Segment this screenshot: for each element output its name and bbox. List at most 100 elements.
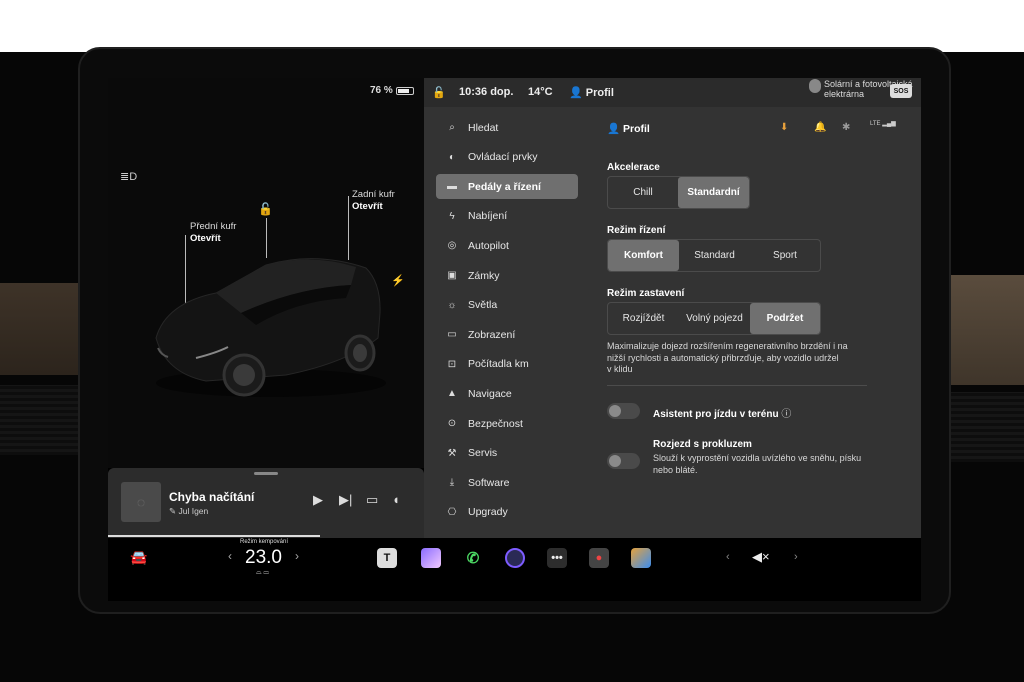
sidebar-item-label: Pedály a řízení <box>468 180 541 193</box>
sidebar-item-světla[interactable]: ☼ Světla <box>436 293 578 318</box>
offroad-assist-toggle[interactable] <box>607 403 640 419</box>
volume-muted-icon[interactable]: ◀× <box>752 549 770 565</box>
phone-app-icon[interactable]: ✆ <box>463 548 483 568</box>
sidebar-item-label: Autopilot <box>468 239 509 252</box>
steering-option-standard[interactable]: Standard <box>679 240 750 271</box>
stopping-mode-description: Maximalizuje dojezd rozšířením regenerat… <box>607 341 907 376</box>
notes-app-icon[interactable] <box>421 548 441 568</box>
stopping-option-creep[interactable]: Rozjíždět <box>608 303 679 334</box>
sidebar-item-label: Počítadla km <box>468 358 529 371</box>
more-apps-icon[interactable]: ••• <box>547 548 567 568</box>
stopping-desc-line-2: nižší rychlosti a automatický přibrzďuje… <box>607 352 839 363</box>
slip-desc-line-2: nebo bláté. <box>653 464 698 475</box>
settings-profile-label: Profil <box>623 123 650 135</box>
offroad-assist-label: Asistent pro jízdu v terénu ⓘ <box>653 405 791 420</box>
acceleration-option-standard[interactable]: Standardní <box>678 177 749 208</box>
lock-icon: ▣ <box>447 270 457 281</box>
acceleration-option-chill[interactable]: Chill <box>608 177 678 208</box>
temp-down-chevron-icon[interactable]: ‹ <box>228 549 232 563</box>
rear-trunk-label: Zadní kufr <box>352 189 395 200</box>
next-track-icon[interactable]: ▶| <box>339 492 352 508</box>
media-drawer-handle[interactable] <box>254 472 278 475</box>
offroad-assist-text: Asistent pro jízdu v terénu <box>653 409 779 420</box>
display-icon: ▭ <box>447 329 457 341</box>
front-trunk-button[interactable]: Přední kufr Otevřít <box>190 221 236 245</box>
bolt-icon: ϟ <box>449 210 455 222</box>
slip-start-toggle[interactable] <box>607 453 640 469</box>
slip-desc-line-1: Slouží k vyprostění vozidla uvízlého ve … <box>653 453 862 463</box>
sos-button[interactable]: SOS <box>890 84 912 98</box>
sidebar-item-software[interactable]: ⤓ Software <box>436 470 578 495</box>
lock-status-icon[interactable]: 🔓 <box>432 86 446 99</box>
notification-bell-icon[interactable]: 🔔 <box>814 122 826 133</box>
slip-start-label: Rozjezd s prokluzem <box>653 439 752 450</box>
sidebar-item-zámky[interactable]: ▣ Zámky <box>436 263 578 288</box>
car-icon[interactable]: 🚘 <box>130 549 147 566</box>
trip-icon: ⊡ <box>447 358 457 370</box>
volume-down-chevron-icon[interactable]: ‹ <box>726 551 730 563</box>
steering-mode-selector: Komfort Standard Sport <box>607 239 821 272</box>
lte-label: LTE <box>870 121 881 127</box>
cabin-temperature[interactable]: 23.0 <box>245 547 282 569</box>
car-icon: ▬ <box>447 181 457 193</box>
navigation-icon: ▲ <box>447 388 457 400</box>
car-model-3d <box>155 258 386 397</box>
stopping-option-hold[interactable]: Podržet <box>750 303 820 334</box>
steering-mode-title: Režim řízení <box>607 225 666 236</box>
sidebar-item-label: Hledat <box>468 121 499 134</box>
temp-up-chevron-icon[interactable]: › <box>295 549 299 563</box>
stopping-option-roll[interactable]: Volný pojezd <box>679 303 750 334</box>
sidebar-item-label: Navigace <box>468 387 512 400</box>
battery-percent: 76 % <box>370 85 393 96</box>
headlight-icon[interactable]: ≣D <box>120 170 137 183</box>
sidebar-item-ovládací-prvky[interactable]: ◐ Ovládací prvky <box>436 145 578 170</box>
rear-trunk-button[interactable]: Zadní kufr Otevřít <box>352 189 395 213</box>
media-player[interactable]: ◌ Chyba načítání ✎ Jul Igen ▶ ▶| ▭ ◖ <box>108 468 424 538</box>
acceleration-selector: Chill Standardní <box>607 176 750 209</box>
battery-level-fill <box>397 88 409 93</box>
steering-option-sport[interactable]: Sport <box>750 240 820 271</box>
bluetooth-icon[interactable]: ✱ <box>842 122 850 133</box>
battery-indicator: 76 % <box>370 85 414 96</box>
toybox-app-icon[interactable] <box>631 548 651 568</box>
sidebar-item-servis[interactable]: ⚒ Servis <box>436 441 578 466</box>
sidebar-item-navigace[interactable]: ▲ Navigace <box>436 381 578 406</box>
download-update-icon[interactable]: ⬇ <box>780 122 788 133</box>
dashcam-app-icon[interactable]: ● <box>589 548 609 568</box>
caption-icon[interactable]: ▭ <box>366 492 378 508</box>
sidebar-item-pedály-a-řízení[interactable]: ▬ Pedály a řízení <box>436 174 578 200</box>
stopping-mode-title: Režim zastavení <box>607 288 685 299</box>
sidebar-item-počítadla-km[interactable]: ⊡ Počítadla km <box>436 352 578 377</box>
sidebar-item-hledat[interactable]: ⌕ Hledat <box>436 115 578 140</box>
voice-icon[interactable]: ◖ <box>392 492 400 507</box>
sidebar-item-bezpečnost[interactable]: ⊙ Bezpečnost <box>436 411 578 436</box>
outside-temperature: 14°C <box>528 86 553 98</box>
sidebar-item-nabíjení[interactable]: ϟ Nabíjení <box>436 204 578 229</box>
sidebar-item-label: Servis <box>468 447 498 460</box>
track-artist: ✎ Jul Igen <box>169 506 209 516</box>
status-bar: 🔓 10:36 dop. 14°C 👤 Profil Solární a fot… <box>424 78 921 107</box>
bag-icon: ⎔ <box>447 506 457 518</box>
sidebar-item-upgrady[interactable]: ⎔ Upgrady <box>436 500 578 525</box>
settings-panel: ⌕ Hledat ◐ Ovládací prvky ▬ Pedály a řízení ϟ N… <box>424 107 921 538</box>
charge-port-bolt-icon[interactable]: ⚡ <box>391 274 405 287</box>
profile-button[interactable]: 👤 Profil <box>569 86 614 99</box>
sidebar-item-autopilot[interactable]: ◎ Autopilot <box>436 233 578 258</box>
stopping-mode-selector: Rozjíždět Volný pojezd Podržet <box>607 302 821 335</box>
sidebar-item-label: Zobrazení <box>468 328 516 341</box>
sidebar-item-label: Ovládací prvky <box>468 151 538 164</box>
shield-icon: ⊙ <box>447 418 457 429</box>
sidebar-item-label: Nabíjení <box>468 210 508 223</box>
tesla-theater-app-icon[interactable]: T <box>377 548 397 568</box>
steering-option-comfort[interactable]: Komfort <box>608 240 679 271</box>
sidebar-item-label: Software <box>468 476 510 489</box>
touchscreen: 76 % ≣D Přední kufr Otevřít Zadní kufr O… <box>108 78 921 601</box>
play-icon[interactable]: ▶ <box>313 492 323 508</box>
info-icon[interactable]: ⓘ <box>781 409 791 420</box>
sidebar-item-zobrazení[interactable]: ▭ Zobrazení <box>436 322 578 347</box>
volume-up-chevron-icon[interactable]: › <box>794 551 798 563</box>
sidebar-item-label: Upgrady <box>468 506 508 519</box>
camera-app-icon[interactable] <box>505 548 525 568</box>
rear-trunk-state: Otevřít <box>352 201 383 212</box>
unlock-icon[interactable]: 🔓 <box>258 202 273 216</box>
